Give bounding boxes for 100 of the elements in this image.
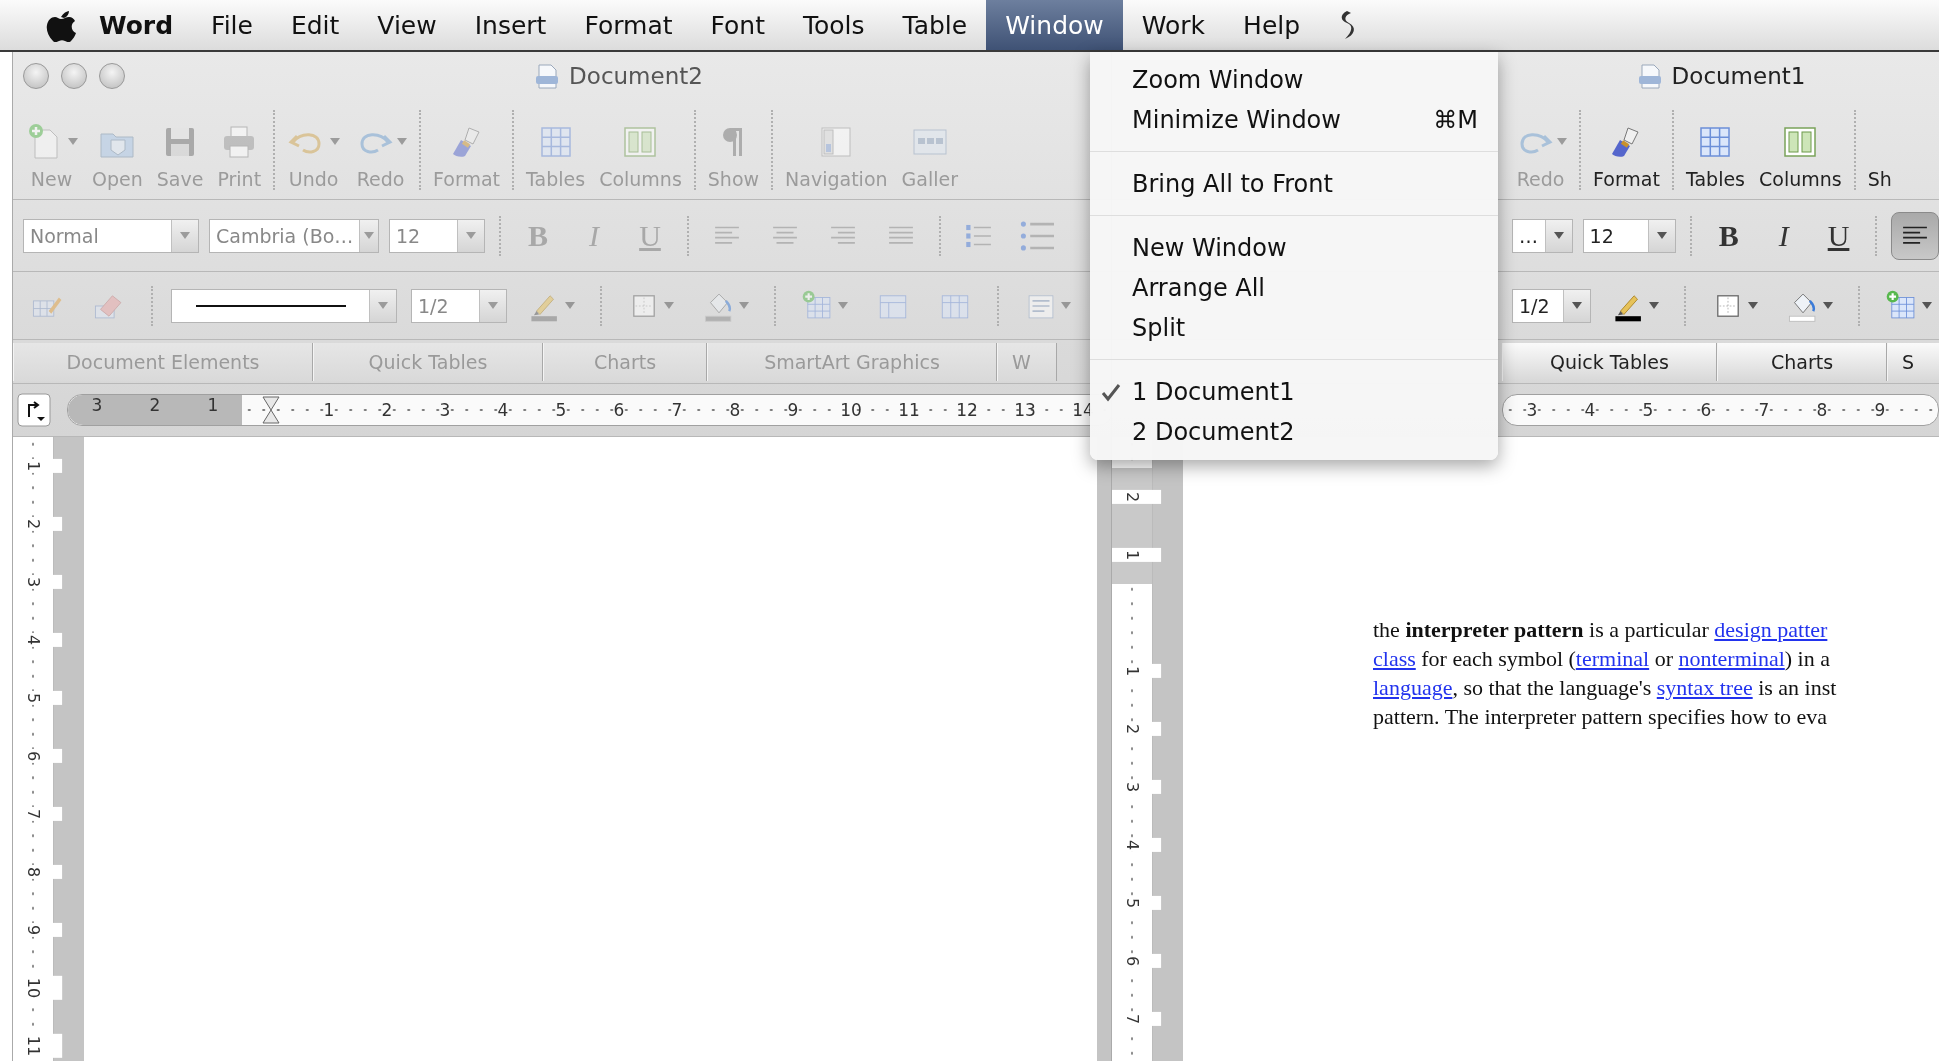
menu-item[interactable]: Zoom Window [1090, 60, 1498, 100]
menu-title[interactable]: Font [691, 0, 784, 50]
toolbar-button[interactable]: Columns [1759, 121, 1842, 190]
ruler-number: 13 [1013, 400, 1037, 420]
link[interactable]: language [1373, 675, 1453, 700]
window-title: Document2 [569, 63, 703, 89]
caret-icon [838, 302, 848, 309]
minimize-window-button[interactable] [61, 63, 87, 89]
menu-title[interactable]: View [358, 0, 456, 50]
link[interactable]: design patter [1714, 617, 1828, 642]
caret-icon [1649, 302, 1659, 309]
ruler-number: 5 [554, 400, 568, 420]
link[interactable]: class [1373, 646, 1416, 671]
ruler-number: 6 [612, 400, 626, 420]
menu-title[interactable]: Format [565, 0, 692, 50]
menu-item[interactable]: 1 Document1 [1090, 372, 1498, 412]
ruler-number: 3 [438, 400, 452, 420]
gallery-tab[interactable]: Charts [1717, 342, 1887, 381]
caret-icon [397, 138, 408, 145]
caret-icon [364, 232, 375, 239]
menu-item[interactable]: New Window [1090, 228, 1498, 268]
caret-icon [1572, 302, 1582, 309]
menu-title[interactable]: Word [80, 0, 193, 50]
menu-title[interactable]: Edit [271, 0, 359, 50]
menu-title[interactable]: Insert [455, 0, 566, 50]
gallery-tab[interactable]: S [1887, 342, 1939, 381]
ruler-number: 1 [322, 400, 336, 420]
caret-icon [1922, 302, 1932, 309]
caret-icon [1061, 302, 1071, 309]
menu-item[interactable]: Split [1090, 308, 1498, 348]
underline-button[interactable]: U [1816, 212, 1861, 259]
ruler-number: 7 [1757, 400, 1771, 420]
caret-icon [565, 302, 575, 309]
paragraph-line: the interpreter pattern is a particular design patter [1373, 616, 1829, 644]
menu-item[interactable]: Bring All to Front [1090, 164, 1498, 204]
bold-button[interactable]: B [1706, 212, 1752, 259]
caret-icon [1748, 302, 1758, 309]
ruler-number: 10 [839, 400, 863, 420]
link[interactable]: nonterminal [1678, 646, 1785, 671]
ruler-number: 11 [897, 400, 921, 420]
caret-icon [488, 302, 498, 309]
link[interactable]: terminal [1575, 646, 1650, 671]
window-title: Document1 [1671, 63, 1806, 89]
menu-title[interactable]: Help [1224, 0, 1320, 50]
menu-title[interactable]: Window [986, 0, 1123, 50]
tab-stop-icon[interactable] [17, 393, 51, 427]
ruler-number: 8 [728, 400, 742, 420]
caret-icon [1553, 232, 1564, 239]
apple-logo-icon[interactable] [46, 8, 76, 42]
ruler-number: 5 [1641, 400, 1655, 420]
menu-item[interactable]: Minimize Window ⌘M [1090, 100, 1498, 140]
ruler-number: 4 [496, 400, 510, 420]
ruler-number: 2 [1112, 489, 1161, 505]
ruler-number: 3 [90, 395, 104, 417]
line-style-field[interactable] [171, 288, 397, 323]
ruler-number: 8 [1815, 400, 1829, 420]
menu-item[interactable]: Arrange All [1090, 268, 1498, 308]
gallery-tab[interactable]: Quick Tables [1502, 342, 1717, 381]
ruler-number: 2 [148, 395, 162, 417]
ruler-number: 1 [206, 395, 220, 417]
italic-button[interactable]: I [1761, 212, 1807, 259]
ruler-number: 12 [955, 400, 979, 420]
align-left-button[interactable] [1891, 211, 1939, 260]
dropdown-field[interactable]: 12 [389, 218, 485, 253]
ruler-number: 1 [1112, 547, 1161, 563]
ruler-number: 6 [1699, 400, 1713, 420]
ruler-number: 9 [1873, 400, 1887, 420]
ruler-number: 4 [1583, 400, 1597, 420]
menu-title[interactable]: Work [1122, 0, 1225, 50]
toolbar-button[interactable]: Format [1593, 121, 1660, 190]
close-window-button[interactable] [23, 63, 49, 89]
caret-icon [664, 302, 674, 309]
ruler-number: 7 [670, 400, 684, 420]
caret-icon [378, 302, 388, 309]
menu-title[interactable]: File [192, 0, 272, 50]
caret-icon [68, 138, 78, 145]
dropdown-field[interactable]: Normal [23, 218, 199, 253]
toolbar-button[interactable]: Tables [1685, 121, 1745, 190]
menu-title[interactable]: Table [883, 0, 987, 50]
paragraph-line: pattern. The interpreter pattern specifies how to eva [1373, 703, 1829, 731]
paragraph-line: language, so that the language's syntax tree is an inst [1373, 674, 1838, 702]
link[interactable]: syntax tree [1656, 675, 1753, 700]
toolbar-button[interactable]: Sh [1867, 121, 1892, 190]
dropdown-field[interactable]: 1/2 [411, 288, 507, 323]
shortcut-label: ⌘M [1433, 106, 1478, 134]
menu-item[interactable]: 2 Document2 [1090, 412, 1498, 452]
dropdown-field[interactable]: … [1512, 218, 1573, 253]
check-icon [1100, 382, 1122, 404]
dropdown-field[interactable]: Cambria (Bo… [209, 218, 379, 253]
dropdown-field[interactable]: 12 [1582, 218, 1677, 253]
menu-title[interactable]: Tools [783, 0, 884, 50]
caret-icon [1823, 302, 1833, 309]
caret-icon [180, 232, 190, 239]
ruler-number: 3 [1525, 400, 1539, 420]
dropdown-field[interactable]: 1/2 [1512, 288, 1591, 323]
zoom-window-button[interactable] [99, 63, 125, 89]
ruler-number: 9 [786, 400, 800, 420]
caret-icon [1657, 232, 1668, 239]
caret-icon [466, 232, 476, 239]
ruler-number: 2 [380, 400, 394, 420]
